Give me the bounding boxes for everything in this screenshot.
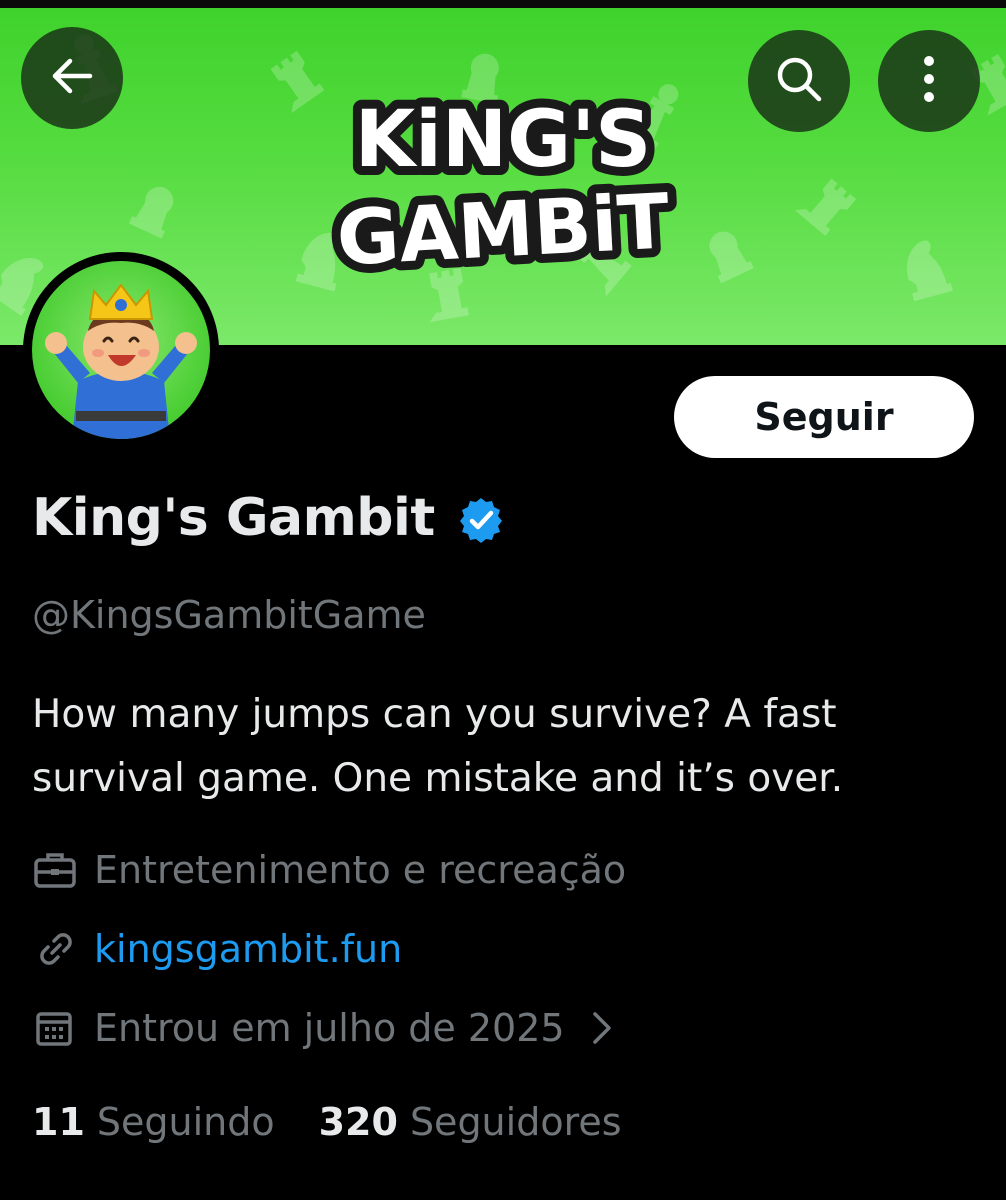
profile-joined-date[interactable]: Entrou em julho de 2025	[32, 1006, 613, 1050]
verified-badge-icon[interactable]	[457, 496, 505, 544]
website-link[interactable]: kingsgambit.fun	[94, 927, 402, 971]
followers-count: 320	[318, 1100, 398, 1144]
back-button[interactable]	[21, 27, 123, 129]
profile-website[interactable]: kingsgambit.fun	[32, 927, 402, 971]
profile-category: Entretenimento e recreação	[32, 848, 626, 892]
profile-bio: How many jumps can you survive? A fast s…	[32, 692, 844, 801]
briefcase-icon	[32, 850, 82, 890]
king-mascot-image	[32, 261, 210, 439]
followers-stat[interactable]: 320 Seguidores	[319, 1100, 622, 1144]
username-handle: @KingsGambitGame	[32, 593, 426, 637]
chevron-right-icon	[591, 1010, 613, 1046]
category-label: Entretenimento e recreação	[94, 848, 627, 892]
calendar-icon	[32, 1008, 82, 1048]
following-stat[interactable]: 11 Seguindo	[32, 1100, 275, 1144]
search-button[interactable]	[748, 30, 850, 132]
profile-stats: 11 Seguindo 320 Seguidores	[32, 1100, 622, 1144]
more-vertical-icon	[919, 53, 939, 109]
profile-name-row: King's Gambit	[32, 488, 505, 548]
svg-text:KiNG'S: KiNG'S	[355, 95, 652, 185]
svg-text:GAMBiT: GAMBiT	[335, 176, 672, 282]
following-count: 11	[32, 1100, 85, 1144]
status-strip	[0, 0, 1006, 8]
avatar[interactable]	[23, 252, 219, 448]
search-icon	[773, 53, 825, 109]
display-name: King's Gambit	[32, 488, 435, 548]
followers-label: Seguidores	[409, 1100, 622, 1144]
following-label: Seguindo	[96, 1100, 275, 1144]
avatar-image	[32, 261, 210, 439]
more-options-button[interactable]	[878, 30, 980, 132]
link-icon	[32, 929, 82, 969]
arrow-left-icon	[48, 52, 96, 104]
follow-button[interactable]: Seguir	[674, 376, 974, 458]
joined-label: Entrou em julho de 2025	[94, 1006, 565, 1050]
